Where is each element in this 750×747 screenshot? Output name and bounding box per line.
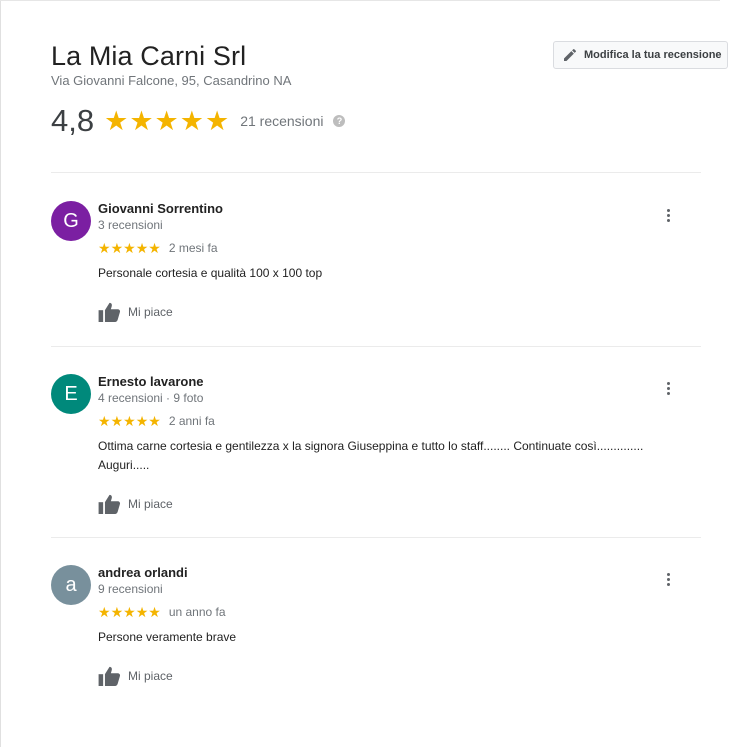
thumbs-up-icon	[98, 666, 121, 686]
review-stars: ★ ★ ★ ★ ★	[98, 414, 161, 428]
star-icon: ★	[110, 604, 124, 620]
star-icon: ★	[148, 413, 161, 429]
like-button[interactable]: Mi piace	[98, 494, 698, 514]
star-icon: ★	[135, 240, 149, 256]
edit-review-button[interactable]: Modifica la tua recensione	[553, 41, 728, 69]
like-label: Mi piace	[128, 497, 173, 511]
star-icon: ★	[148, 604, 161, 620]
star-icon: ★	[148, 240, 161, 256]
average-stars: ★ ★ ★ ★ ★	[104, 106, 230, 136]
star-icon: ★	[135, 604, 149, 620]
thumbs-up-icon	[98, 302, 121, 322]
review-stars: ★ ★ ★ ★ ★	[98, 241, 161, 255]
reviews-count[interactable]: 21 recensioni	[240, 113, 323, 129]
more-options-icon[interactable]	[663, 573, 673, 591]
avatar[interactable]: a	[51, 565, 91, 605]
divider	[51, 172, 701, 173]
review-date: 2 mesi fa	[168, 241, 218, 255]
panel-top-border	[0, 0, 720, 1]
star-icon: ★	[110, 413, 124, 429]
review-text: Ottima carne cortesia e gentilezza x la …	[98, 439, 644, 472]
average-rating: 4,8	[51, 103, 95, 138]
avatar[interactable]: G	[51, 201, 91, 241]
review-text: Persone veramente brave	[98, 630, 237, 644]
star-icon: ★	[154, 106, 179, 136]
star-icon: ★	[104, 106, 129, 136]
review-author[interactable]: Ernesto lavarone	[98, 374, 698, 390]
like-label: Mi piace	[128, 305, 173, 319]
question-icon[interactable]: ?	[333, 115, 346, 127]
edit-review-label: Modifica la tua recensione	[584, 49, 722, 61]
review-author-meta: 9 recensioni	[98, 582, 163, 596]
review-author-meta: 3 recensioni	[98, 218, 163, 232]
more-options-icon[interactable]	[663, 209, 673, 227]
star-icon: ★	[179, 106, 204, 136]
star-icon: ★	[123, 413, 136, 429]
star-icon: ★	[98, 604, 111, 620]
star-icon: ★	[110, 240, 124, 256]
avatar[interactable]: E	[51, 374, 91, 414]
star-icon: ★	[98, 413, 111, 429]
review-text: Personale cortesia e qualità 100 x 100 t…	[98, 266, 323, 280]
like-button[interactable]: Mi piace	[98, 302, 698, 322]
star-icon: ★	[135, 413, 149, 429]
star-icon: ★	[204, 106, 230, 136]
review-stars: ★ ★ ★ ★ ★	[98, 605, 161, 619]
star-icon: ★	[129, 106, 154, 136]
business-address: Via Giovanni Falcone, 95, Casandrino NA	[51, 73, 292, 88]
divider	[51, 346, 701, 347]
rating-summary: 4,8 ★ ★ ★ ★ ★ 21 recensioni ?	[51, 101, 346, 141]
panel-left-border	[0, 0, 1, 747]
star-icon: ★	[123, 240, 136, 256]
review-date: 2 anni fa	[168, 414, 215, 428]
more-options-icon[interactable]	[663, 382, 673, 400]
review-author-meta: 4 recensioni · 9 foto	[98, 391, 204, 405]
star-icon: ★	[98, 240, 111, 256]
review-author[interactable]: Giovanni Sorrentino	[98, 201, 698, 217]
star-icon: ★	[123, 604, 136, 620]
pencil-icon	[564, 48, 577, 61]
divider	[51, 537, 701, 538]
review-date: un anno fa	[168, 605, 226, 619]
thumbs-up-icon	[98, 494, 121, 514]
like-label: Mi piace	[128, 669, 173, 683]
like-button[interactable]: Mi piace	[98, 666, 698, 686]
review-author[interactable]: andrea orlandi	[98, 565, 698, 581]
